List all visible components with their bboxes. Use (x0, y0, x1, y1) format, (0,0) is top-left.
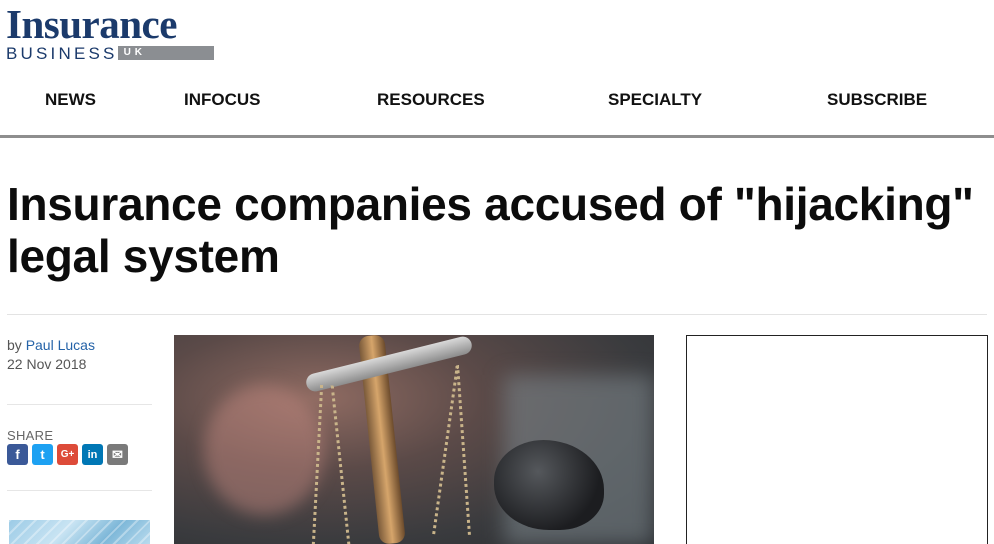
sidebar-divider (7, 490, 152, 491)
sidebar-divider (7, 404, 152, 405)
byline-prefix: by (7, 337, 22, 353)
author-link[interactable]: Paul Lucas (26, 337, 95, 353)
article-date: 22 Nov 2018 (7, 356, 87, 372)
logo-wordmark: Insurance (6, 1, 177, 47)
article-byline: by Paul Lucas (7, 337, 95, 353)
share-icons: f t G+ in ✉ (7, 444, 128, 465)
main-nav: NEWS INFOCUS RESOURCES SPECIALTY SUBSCRI… (0, 70, 994, 138)
article-hero-image (174, 335, 654, 544)
nav-item-resources[interactable]: RESOURCES (377, 90, 485, 110)
nav-item-specialty[interactable]: SPECIALTY (608, 90, 702, 110)
headline-divider (7, 314, 987, 315)
logo-subline: BUSINESS UK (6, 44, 214, 62)
nav-item-news[interactable]: NEWS (45, 90, 96, 110)
site-logo[interactable]: Insurance BUSINESS UK (6, 4, 236, 62)
linkedin-icon[interactable]: in (82, 444, 103, 465)
nav-item-infocus[interactable]: INFOCUS (184, 90, 261, 110)
nav-item-subscribe[interactable]: SUBSCRIBE (827, 90, 927, 110)
logo-sub-text: BUSINESS (6, 43, 118, 63)
twitter-icon[interactable]: t (32, 444, 53, 465)
logo-region-badge: UK (117, 46, 214, 60)
related-article-thumbnail[interactable] (9, 520, 150, 544)
share-label: SHARE (7, 428, 54, 443)
article-headline: Insurance companies accused of "hijackin… (7, 178, 974, 282)
advertisement-slot[interactable] (686, 335, 988, 544)
google-plus-icon[interactable]: G+ (57, 444, 78, 465)
email-icon[interactable]: ✉ (107, 444, 128, 465)
facebook-icon[interactable]: f (7, 444, 28, 465)
